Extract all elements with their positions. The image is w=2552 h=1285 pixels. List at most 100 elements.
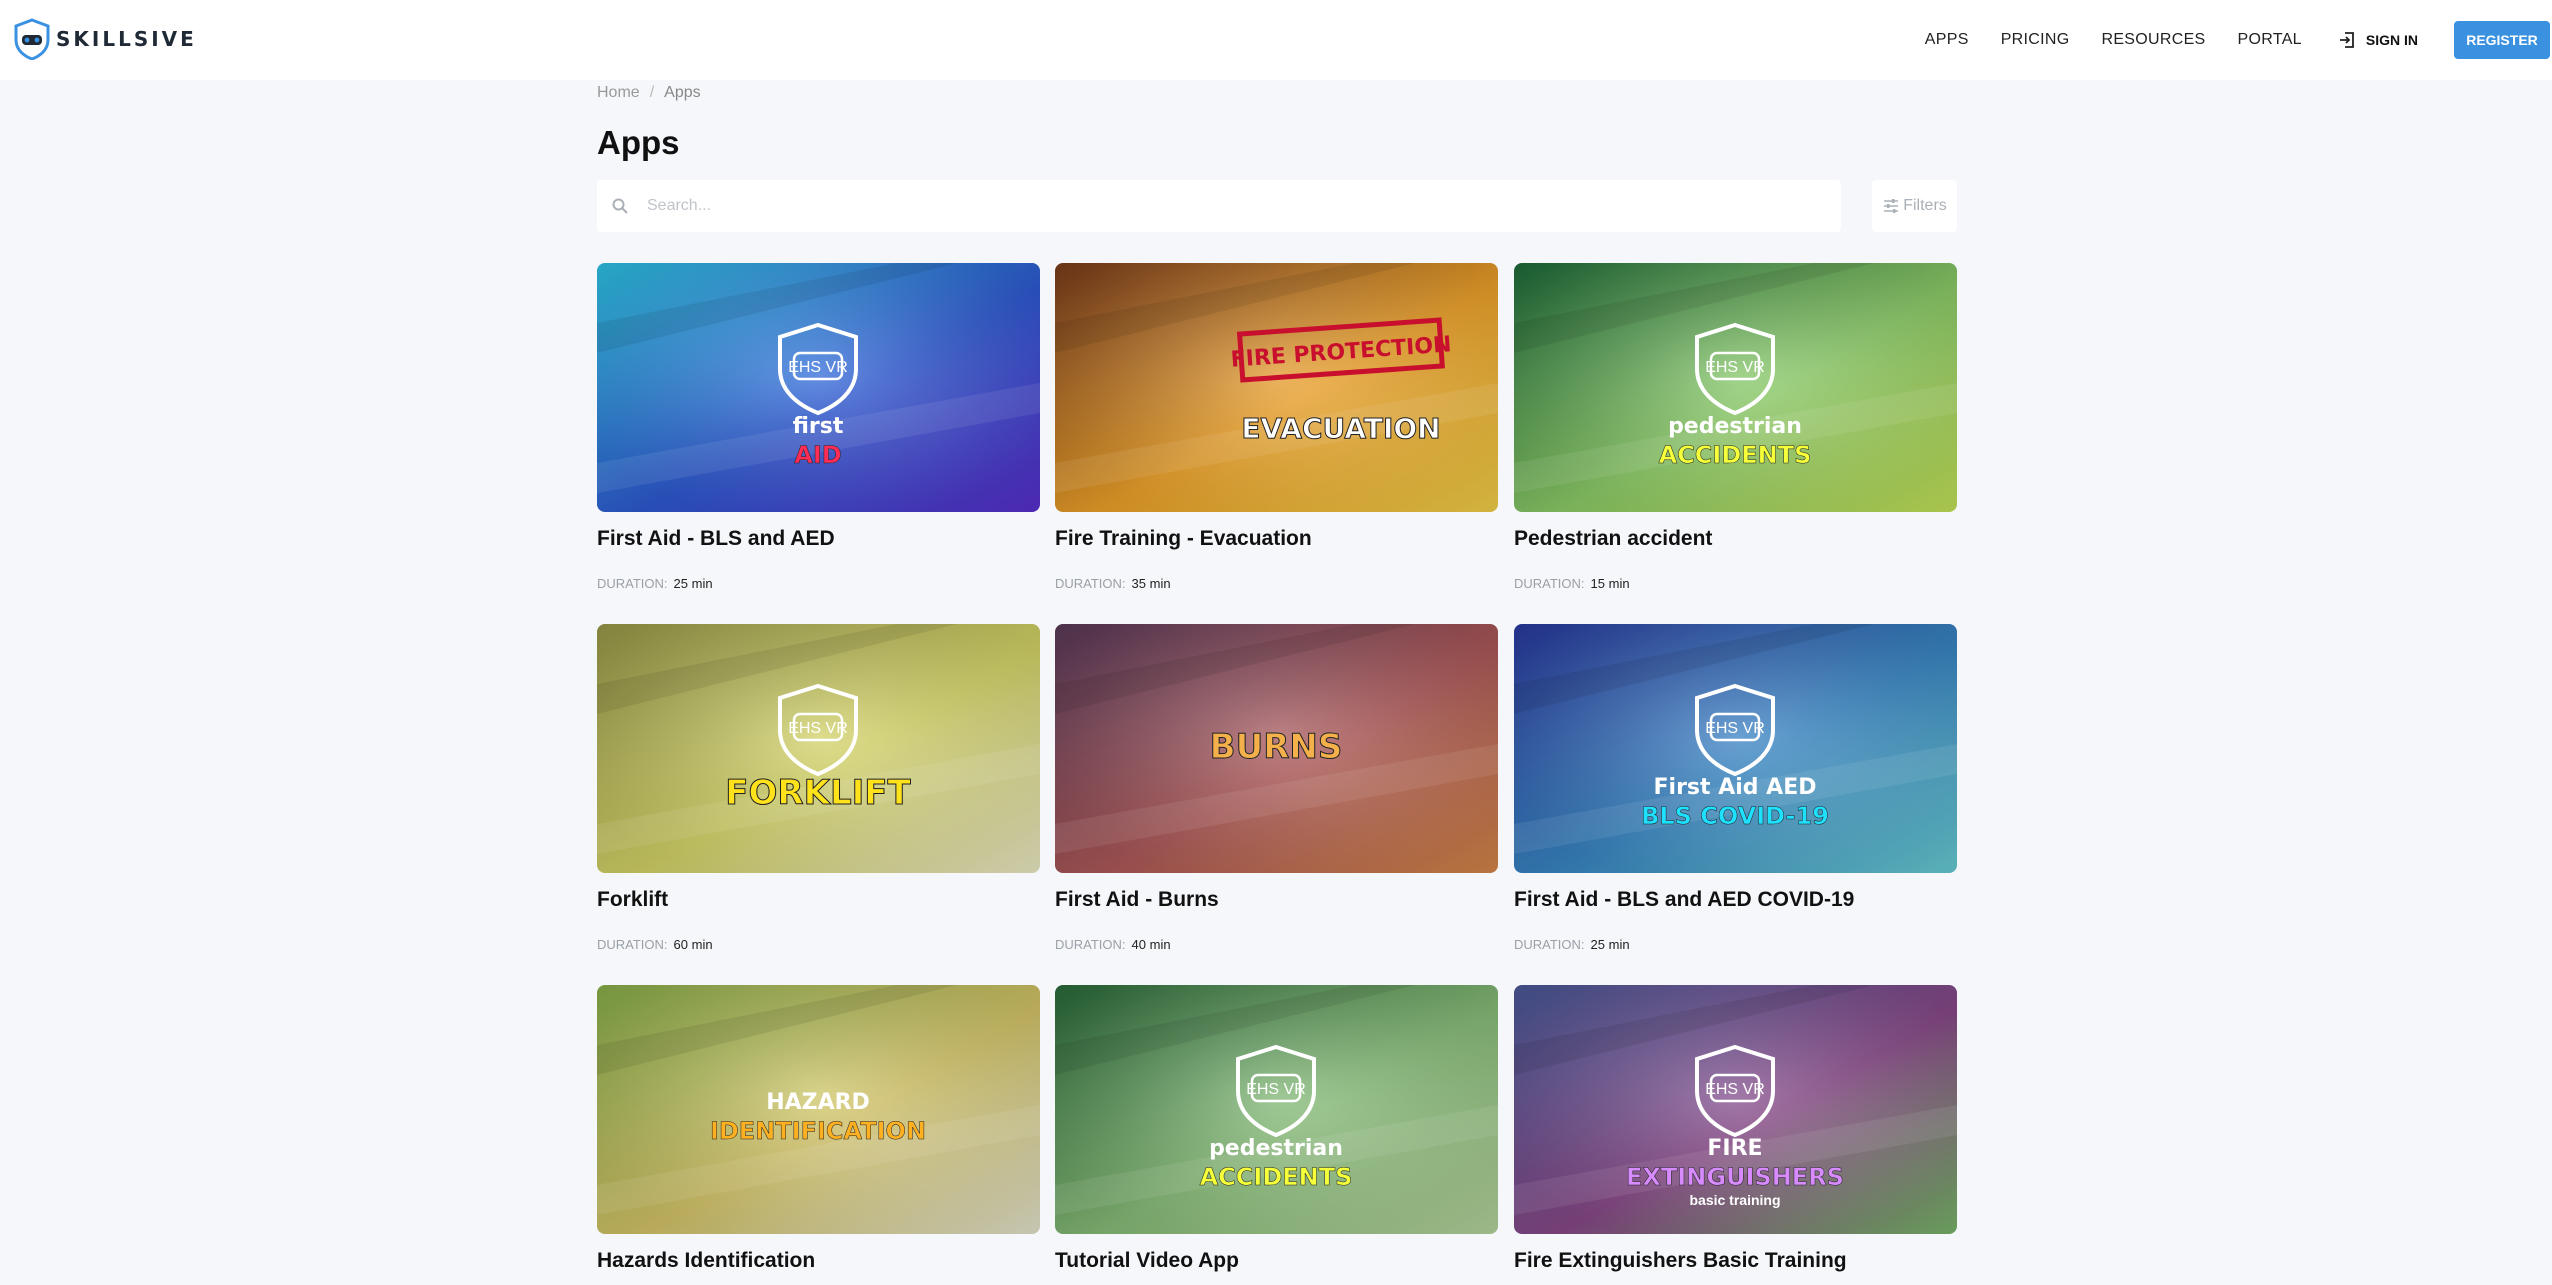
svg-text:FIRE: FIRE <box>1707 1136 1762 1161</box>
breadcrumb: Home / Apps <box>597 82 1957 104</box>
app-thumbnail-image: EHS VR pedestrianACCIDENTS <box>1055 985 1498 1234</box>
search-row: Filters <box>597 180 1957 232</box>
nav-pricing[interactable]: PRICING <box>2001 31 2070 49</box>
app-thumbnail-image: EHS VR pedestrianACCIDENTS <box>1514 263 1957 512</box>
sign-in-icon <box>2339 32 2354 48</box>
badge-text: EHS VR <box>1705 720 1765 737</box>
svg-text:ACCIDENTS: ACCIDENTS <box>1659 441 1812 469</box>
duration-value: 15 min <box>1590 576 1630 591</box>
duration-label: DURATION: <box>1514 576 1585 591</box>
filters-button[interactable]: Filters <box>1872 180 1957 232</box>
app-title[interactable]: First Aid - Burns <box>1055 888 1498 914</box>
app-thumbnail-image: EHS VR FORKLIFT <box>597 624 1040 873</box>
search-icon <box>612 198 628 214</box>
duration-value: 40 min <box>1131 937 1171 952</box>
app-duration: DURATION: 40 min <box>1055 937 1498 952</box>
app-thumbnail[interactable]: BURNS <box>1055 624 1498 873</box>
app-title[interactable]: First Aid - BLS and AED <box>597 527 1040 553</box>
app-card[interactable]: EHS VR FIRE EXTINGUISHERS basic training Fir… <box>1514 985 1957 1275</box>
sliders-icon <box>1884 199 1899 213</box>
badge-text: EHS VR <box>1246 1081 1306 1098</box>
svg-text:basic training: basic training <box>1689 1192 1780 1208</box>
apps-page: Home / Apps Apps Filters EHS VR firstAID F… <box>597 80 1957 1272</box>
app-card[interactable]: EHS VR First Aid AED BLS COVID-19 First Aid… <box>1514 624 1957 952</box>
app-thumbnail[interactable]: FIRE PROTECTION EVACUATION <box>1055 263 1498 512</box>
duration-value: 35 min <box>1131 576 1171 591</box>
app-duration: DURATION: 25 min <box>1514 937 1957 952</box>
breadcrumb-home[interactable]: Home <box>597 84 640 102</box>
search-box[interactable] <box>597 180 1841 232</box>
nav-portal[interactable]: PORTAL <box>2238 31 2302 49</box>
app-title[interactable]: First Aid - BLS and AED COVID-19 <box>1514 888 1957 914</box>
app-thumbnail[interactable]: EHS VR FIRE EXTINGUISHERS basic training <box>1514 985 1957 1234</box>
svg-text:BLS COVID-19: BLS COVID-19 <box>1641 802 1829 830</box>
app-card[interactable]: EHS VR first AID First Aid - BLS and AED DUR… <box>597 263 1040 591</box>
app-card[interactable]: BURNS First Aid - Burns DURATION: 40 min <box>1055 624 1498 952</box>
app-thumbnail-image: EHS VR FIREEXTINGUISHERSbasic training <box>1514 985 1957 1234</box>
svg-text:pedestrian: pedestrian <box>1668 414 1802 439</box>
svg-text:EXTINGUISHERS: EXTINGUISHERS <box>1626 1163 1844 1191</box>
app-thumbnail[interactable]: EHS VR pedestrian ACCIDENTS <box>1055 985 1498 1234</box>
app-thumbnail-image: EHS VR firstAID <box>597 263 1040 512</box>
svg-text:First Aid AED: First Aid AED <box>1654 775 1817 800</box>
top-navbar: SKILLSIVE APPS PRICING RESOURCES PORTAL … <box>0 0 2552 80</box>
app-thumbnail-image: FIRE PROTECTIONEVACUATION <box>1055 263 1498 512</box>
duration-label: DURATION: <box>1055 937 1126 952</box>
app-thumbnail-image: BURNS <box>1055 624 1498 873</box>
svg-text:FORKLIFT: FORKLIFT <box>725 773 911 813</box>
app-thumbnail[interactable]: EHS VR FORKLIFT <box>597 624 1040 873</box>
nav-resources[interactable]: RESOURCES <box>2101 31 2205 49</box>
brand-name: SKILLSIVE <box>56 27 197 51</box>
app-card[interactable]: EHS VR pedestrian ACCIDENTS Pedestrian acci… <box>1514 263 1957 591</box>
register-button[interactable]: REGISTER <box>2454 21 2550 59</box>
app-card[interactable]: EHS VR pedestrian ACCIDENTS Tutorial Video … <box>1055 985 1498 1275</box>
badge-text: EHS VR <box>788 720 848 737</box>
badge-text: EHS VR <box>1705 359 1765 376</box>
duration-label: DURATION: <box>1055 576 1126 591</box>
app-thumbnail-image: EHS VR First Aid AEDBLS COVID-19 <box>1514 624 1957 873</box>
app-title[interactable]: Fire Training - Evacuation <box>1055 527 1498 553</box>
breadcrumb-separator: / <box>649 84 655 101</box>
svg-text:first: first <box>793 414 844 439</box>
app-card[interactable]: FIRE PROTECTION EVACUATION Fire Training -… <box>1055 263 1498 591</box>
duration-label: DURATION: <box>597 576 668 591</box>
sign-in-link[interactable]: SIGN IN <box>2338 31 2418 49</box>
app-duration: DURATION: 35 min <box>1055 576 1498 591</box>
sign-in-label: SIGN IN <box>2365 32 2418 48</box>
duration-value: 25 min <box>1590 937 1630 952</box>
svg-text:BURNS: BURNS <box>1210 727 1343 767</box>
app-thumbnail[interactable]: HAZARD IDENTIFICATION <box>597 985 1040 1234</box>
app-duration: DURATION: 60 min <box>597 937 1040 952</box>
svg-text:EVACUATION: EVACUATION <box>1241 412 1440 445</box>
app-title[interactable]: Hazards Identification <box>597 1249 1040 1275</box>
nav-apps[interactable]: APPS <box>1925 31 1969 49</box>
duration-label: DURATION: <box>597 937 668 952</box>
svg-text:HAZARD: HAZARD <box>766 1090 870 1115</box>
svg-text:pedestrian: pedestrian <box>1209 1136 1343 1161</box>
app-thumbnail-image: HAZARDIDENTIFICATION <box>597 985 1040 1234</box>
app-thumbnail[interactable]: EHS VR pedestrian ACCIDENTS <box>1514 263 1957 512</box>
app-duration: DURATION: 15 min <box>1514 576 1957 591</box>
svg-text:IDENTIFICATION: IDENTIFICATION <box>710 1117 926 1145</box>
skillsive-logo-icon <box>14 18 50 60</box>
app-thumbnail[interactable]: EHS VR first AID <box>597 263 1040 512</box>
svg-text:ACCIDENTS: ACCIDENTS <box>1200 1163 1353 1191</box>
svg-text:AID: AID <box>794 441 841 469</box>
app-thumbnail[interactable]: EHS VR First Aid AED BLS COVID-19 <box>1514 624 1957 873</box>
brand-logo[interactable]: SKILLSIVE <box>12 18 197 60</box>
duration-value: 60 min <box>673 937 713 952</box>
app-title[interactable]: Pedestrian accident <box>1514 527 1957 553</box>
search-input[interactable] <box>647 197 1797 215</box>
app-duration: DURATION: 25 min <box>597 576 1040 591</box>
main-nav: APPS PRICING RESOURCES PORTAL SIGN IN RE… <box>1925 0 2552 80</box>
app-title[interactable]: Fire Extinguishers Basic Training <box>1514 1249 1957 1275</box>
badge-text: EHS VR <box>1705 1081 1765 1098</box>
app-card[interactable]: HAZARD IDENTIFICATION Hazards Identificati… <box>597 985 1040 1275</box>
app-title[interactable]: Tutorial Video App <box>1055 1249 1498 1275</box>
badge-text: EHS VR <box>788 359 848 376</box>
duration-label: DURATION: <box>1514 937 1585 952</box>
app-title[interactable]: Forklift <box>597 888 1040 914</box>
filters-label: Filters <box>1903 197 1947 214</box>
app-card[interactable]: EHS VR FORKLIFT Forklift DURATION: 60 min <box>597 624 1040 952</box>
duration-value: 25 min <box>673 576 713 591</box>
